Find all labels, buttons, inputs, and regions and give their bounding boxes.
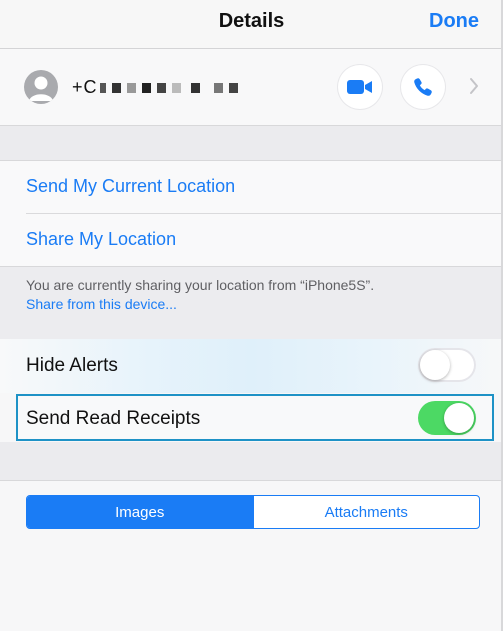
send-current-location-label: Send My Current Location (26, 176, 236, 196)
share-from-device-link[interactable]: Share from this device... (26, 296, 177, 312)
toggle-knob (444, 403, 474, 433)
media-segmented-control: Images Attachments (26, 495, 480, 529)
toggle-knob (420, 350, 450, 380)
share-location-row[interactable]: Share My Location (0, 214, 503, 267)
segment-images[interactable]: Images (27, 496, 253, 528)
location-info-section: You are currently sharing your location … (0, 266, 503, 340)
page-title: Details (218, 10, 285, 32)
done-button[interactable]: Done (429, 10, 479, 33)
hide-alerts-label: Hide Alerts (26, 355, 118, 376)
navigation-bar: Details Done (0, 0, 503, 49)
chevron-right-icon[interactable] (469, 77, 479, 100)
contact-row[interactable]: +C (0, 49, 503, 126)
video-camera-icon (347, 80, 372, 94)
send-read-receipts-row: Send Read Receipts (16, 394, 494, 441)
section-spacer (0, 126, 503, 161)
avatar (24, 70, 58, 104)
hide-alerts-toggle[interactable] (418, 348, 476, 382)
send-read-receipts-label: Send Read Receipts (26, 408, 201, 429)
share-location-label: Share My Location (26, 229, 177, 249)
phone-icon (414, 78, 432, 96)
phone-number-prefix: +C (72, 77, 98, 97)
send-read-receipts-toggle[interactable] (418, 401, 476, 435)
location-info-text: You are currently sharing your location … (26, 277, 375, 293)
phone-number: +C (72, 77, 238, 98)
hide-alerts-row: Hide Alerts (0, 339, 503, 393)
section-spacer (0, 442, 503, 481)
segment-attachments[interactable]: Attachments (252, 496, 480, 528)
redacted-number (98, 77, 238, 97)
audio-call-button[interactable] (401, 65, 445, 109)
send-current-location-row[interactable]: Send My Current Location (0, 161, 503, 214)
video-call-button[interactable] (338, 65, 382, 109)
media-content-area (0, 540, 503, 631)
